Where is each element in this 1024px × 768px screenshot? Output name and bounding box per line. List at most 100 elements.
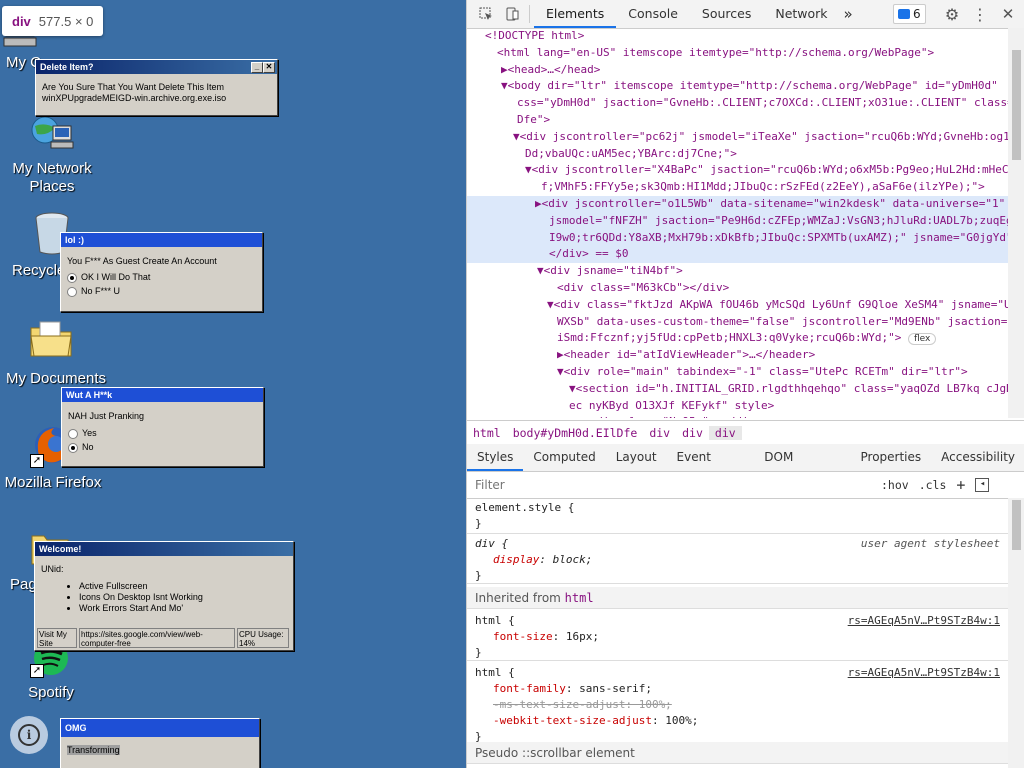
html-rule[interactable]: html { rs=AGEqA5nV…Pt9STzB4w:1 font-size… [467, 609, 1008, 661]
dom-node-selected[interactable]: ▶<div jscontroller="o1L5Wb" data-sitenam… [467, 196, 1008, 213]
dom-node-selected[interactable]: jsmodel="fNFZH" jsaction="Pe9H6d:cZFEp;W… [467, 212, 1008, 230]
dom-node-text: ▼<div role="main" tabindex="-1" class="U… [557, 365, 968, 378]
dialog-message: Are You Sure That You Want Delete This I… [42, 82, 224, 92]
device-toolbar-icon[interactable] [499, 0, 525, 28]
tab-dom-breakpoints[interactable]: DOM Breakpoints [754, 444, 850, 491]
breadcrumb-item[interactable]: div [643, 426, 676, 440]
element-style-rule[interactable]: element.style { } [467, 498, 1008, 534]
breadcrumb-item[interactable]: div [676, 426, 709, 440]
dom-node[interactable]: f;VMhF5:FFYy5e;sk3Qmb:HI1Mdd;JIbuQc:rSzF… [485, 179, 1008, 196]
dom-node[interactable]: WXSb" data-uses-custom-theme="false" jsc… [485, 314, 1008, 331]
dom-node[interactable]: Dfe"> [485, 112, 1008, 129]
tab-elements[interactable]: Elements [534, 0, 617, 28]
dom-node-text: ▶<head>…</head> [501, 62, 601, 76]
overridden-property: -ms-text-size-adjust: 100%; [493, 698, 672, 711]
list-item: Active Fullscreen [79, 581, 287, 592]
dom-node[interactable]: ▼<div jsname="tiN4bf"> [485, 263, 1008, 280]
div-ua-rule[interactable]: div { user agent stylesheet display: blo… [467, 534, 1008, 584]
close-icon[interactable]: ✕ [995, 0, 1021, 28]
breadcrumb-item[interactable]: body#yDmH0d.EIlDfe [507, 426, 644, 440]
site-info-button[interactable]: i [10, 716, 48, 754]
filter-input[interactable] [473, 474, 867, 496]
class-toggle-button[interactable]: .cls [919, 478, 947, 492]
property-name: font-family [493, 682, 566, 695]
status-visit-link[interactable]: Visit My Site [37, 628, 77, 648]
dom-node[interactable]: ▼<div role="main" tabindex="-1" class="U… [485, 364, 1008, 381]
dom-node[interactable]: ▶<header id="atIdViewHeader">…</header> [485, 347, 1008, 364]
inspect-dimensions-tooltip: div 577.5 × 0 [2, 6, 104, 36]
tab-sources[interactable]: Sources [690, 0, 763, 28]
dom-node[interactable]: ▼<body dir="ltr" itemscope itemtype="htt… [485, 78, 1008, 95]
desktop-icon-network[interactable]: My Network Places [0, 112, 107, 196]
flex-badge[interactable]: flex [908, 333, 937, 346]
tab-styles[interactable]: Styles [467, 444, 524, 471]
dom-node[interactable]: css="yDmH0d" jsaction="GvneHb:.CLIENT;c7… [485, 95, 1008, 112]
radio-option-no[interactable]: No F*** U [67, 286, 256, 297]
dom-node[interactable]: ▶<head>…</head> [485, 62, 1008, 79]
hover-state-button[interactable]: :hov [881, 478, 909, 492]
dom-node[interactable]: <div class="M63kCb"></div> [485, 280, 1008, 297]
radio-option-yes[interactable]: Yes [68, 428, 257, 439]
dialog-titlebar[interactable]: Wut A H**k [62, 388, 263, 402]
dom-node-selected[interactable]: I9w0;tr6QDd:Y8aXB;MxH79b:xDkBfb;JIbuQc:S… [467, 229, 1008, 247]
tab-console[interactable]: Console [616, 0, 690, 28]
welcome-window: Welcome! UNid: Active Fullscreen Icons O… [34, 541, 294, 651]
dom-node[interactable]: iSmd:Ffcznf;yj5fUd:cpPetb;HNXL3:q0Vyke;r… [485, 330, 1008, 348]
dom-node[interactable]: <html lang="en-US" itemscope itemtype="h… [485, 45, 1008, 62]
tab-properties[interactable]: Properties [851, 444, 932, 471]
dom-node-selected[interactable]: </div> == $0 [467, 246, 1008, 264]
dom-node[interactable]: ▼<div class="fktJzd AKpWA fOU46b yMcSQd … [485, 297, 1008, 314]
close-button[interactable]: ✕ [263, 62, 275, 73]
more-tabs-button[interactable]: » [840, 0, 857, 28]
dom-node-text: ▶<div class="Nu95r">…</div> [583, 415, 762, 418]
kebab-menu-icon[interactable]: ⋮ [967, 0, 993, 28]
inherited-tag[interactable]: html [565, 591, 594, 605]
status-url: https://sites.google.com/view/web-comput… [79, 628, 235, 648]
tab-accessibility[interactable]: Accessibility [931, 444, 1024, 471]
dom-node[interactable]: ec nyKByd O13XJf KEFykf" style> [485, 398, 1008, 415]
toggle-sidebar-icon[interactable]: ◂ [975, 478, 990, 492]
radio-button[interactable] [68, 442, 78, 453]
tab-network[interactable]: Network [763, 0, 839, 28]
dom-node[interactable]: ▶<div class="Nu95r">…</div> [485, 414, 1008, 418]
tooltip-tag: div [12, 13, 31, 29]
inspect-element-icon[interactable] [473, 0, 499, 28]
tab-event-listeners[interactable]: Event Listeners [667, 444, 755, 491]
styles-scrollbar[interactable] [1008, 498, 1024, 768]
radio-option-no[interactable]: No [68, 442, 257, 453]
window-titlebar[interactable]: Welcome! [35, 542, 293, 556]
dialog-titlebar[interactable]: OMG [61, 719, 259, 737]
desktop-icon-documents[interactable]: My Documents [0, 320, 106, 388]
dom-node[interactable]: <!DOCTYPE html> [485, 28, 1008, 45]
dom-node-text: iSmd:Ffcznf;yj5fUd:cpPetb;HNXL3:q0Vyke;r… [557, 331, 902, 345]
issues-counter[interactable]: 6 [893, 4, 926, 24]
dom-tree[interactable]: <!DOCTYPE html> <html lang="en-US" itemsc… [467, 28, 1008, 418]
rule-source-link[interactable]: rs=AGEqA5nV…Pt9STzB4w:1 [848, 613, 1000, 629]
dialog-titlebar[interactable]: lol :) [61, 233, 262, 247]
dom-node[interactable]: ▼<div jscontroller="X4BaPc" jsaction="rc… [485, 162, 1008, 179]
dom-scrollbar[interactable] [1008, 28, 1024, 418]
dom-node[interactable]: Dd;vbaUQc:uAM5ec;YBArc:dj7Cne;"> [485, 146, 1008, 163]
breadcrumb-item-selected[interactable]: div [708, 426, 742, 440]
radio-option-ok[interactable]: OK I Will Do That [67, 272, 256, 283]
dom-node-text: ▶<header id="atIdViewHeader">…</header> [557, 348, 816, 362]
tab-layout[interactable]: Layout [606, 444, 667, 471]
dialog-titlebar[interactable]: Delete Item? _ ✕ [36, 60, 277, 74]
dom-node-text: ▼<div jsname="tiN4bf"> [537, 264, 683, 278]
radio-button[interactable] [67, 286, 77, 297]
tab-computed[interactable]: Computed [523, 444, 605, 471]
new-rule-button[interactable]: + [956, 476, 965, 494]
scrollbar-thumb[interactable] [1012, 50, 1021, 160]
scrollbar-thumb[interactable] [1012, 500, 1021, 550]
minimize-button[interactable]: _ [251, 62, 263, 73]
html-rule[interactable]: html { rs=AGEqA5nV…Pt9STzB4w:1 font-fami… [467, 661, 1008, 745]
radio-button[interactable] [67, 272, 77, 283]
dom-node[interactable]: ▼<div jscontroller="pc62j" jsmodel="iTea… [485, 129, 1008, 146]
dom-node[interactable]: ▼<section id="h.INITIAL_GRID.rlgdthhqehq… [485, 381, 1008, 398]
radio-button[interactable] [68, 428, 78, 439]
rule-source-link[interactable]: rs=AGEqA5nV…Pt9STzB4w:1 [848, 665, 1000, 681]
styles-pane[interactable]: element.style { } div { user agent style… [467, 498, 1008, 768]
gear-icon[interactable]: ⚙ [939, 0, 965, 28]
breadcrumb-item[interactable]: html [467, 426, 507, 440]
delete-item-dialog: Delete Item? _ ✕ Are You Sure That You W… [35, 59, 278, 116]
